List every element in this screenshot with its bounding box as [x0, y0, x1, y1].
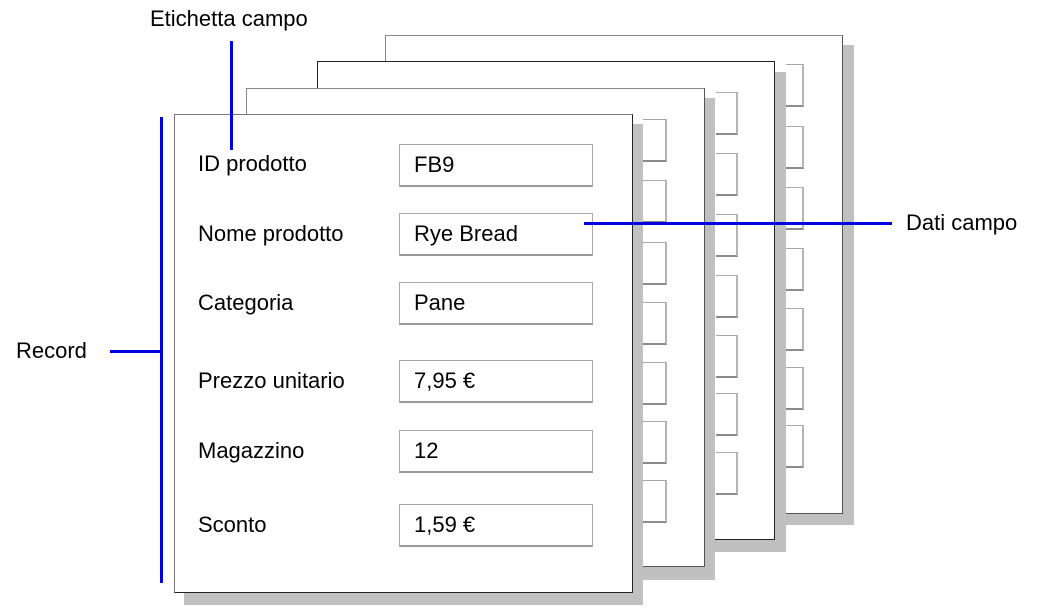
- callout-field-label: Etichetta campo: [150, 6, 308, 31]
- field-box-placeholder: [716, 393, 738, 436]
- callout-field-data: Dati campo: [906, 210, 1018, 235]
- field-box-placeholder: [716, 214, 738, 257]
- field-box-placeholder: [716, 275, 738, 318]
- field-box-placeholder: [643, 119, 667, 162]
- field-box-placeholder: [716, 452, 738, 495]
- field-value-stock: 12: [399, 430, 593, 473]
- field-box-placeholder: [786, 64, 804, 107]
- field-box-placeholder: [643, 480, 667, 523]
- field-box-placeholder: [786, 308, 804, 351]
- callout-line-field-label: [230, 41, 233, 150]
- field-box-placeholder: [716, 92, 738, 135]
- field-box-placeholder: [643, 362, 667, 405]
- field-box-placeholder: [643, 421, 667, 464]
- callout-record: Record: [16, 338, 87, 363]
- field-box-placeholder: [643, 180, 667, 223]
- field-box-placeholder: [786, 126, 804, 169]
- field-value-id: FB9: [399, 144, 593, 187]
- callout-line-field-data: [584, 222, 892, 225]
- record-bracket-vertical: [160, 117, 163, 583]
- field-label-name: Nome prodotto: [198, 221, 344, 246]
- field-box-placeholder: [716, 153, 738, 196]
- field-box-placeholder: [786, 367, 804, 410]
- field-value-category: Pane: [399, 282, 593, 325]
- record-bracket-horizontal: [110, 350, 162, 353]
- field-value-name: Rye Bread: [399, 213, 593, 256]
- field-box-placeholder: [643, 242, 667, 285]
- field-box-placeholder: [643, 302, 667, 345]
- field-box-placeholder: [786, 248, 804, 291]
- field-value-discount: 1,59 €: [399, 504, 593, 547]
- field-label-unit-price: Prezzo unitario: [198, 368, 345, 393]
- field-label-stock: Magazzino: [198, 438, 305, 463]
- field-box-placeholder: [786, 425, 804, 468]
- field-label-id: ID prodotto: [198, 151, 307, 176]
- field-box-placeholder: [716, 335, 738, 378]
- field-label-discount: Sconto: [198, 512, 267, 537]
- field-value-unit-price: 7,95 €: [399, 360, 593, 403]
- field-label-category: Categoria: [198, 290, 294, 315]
